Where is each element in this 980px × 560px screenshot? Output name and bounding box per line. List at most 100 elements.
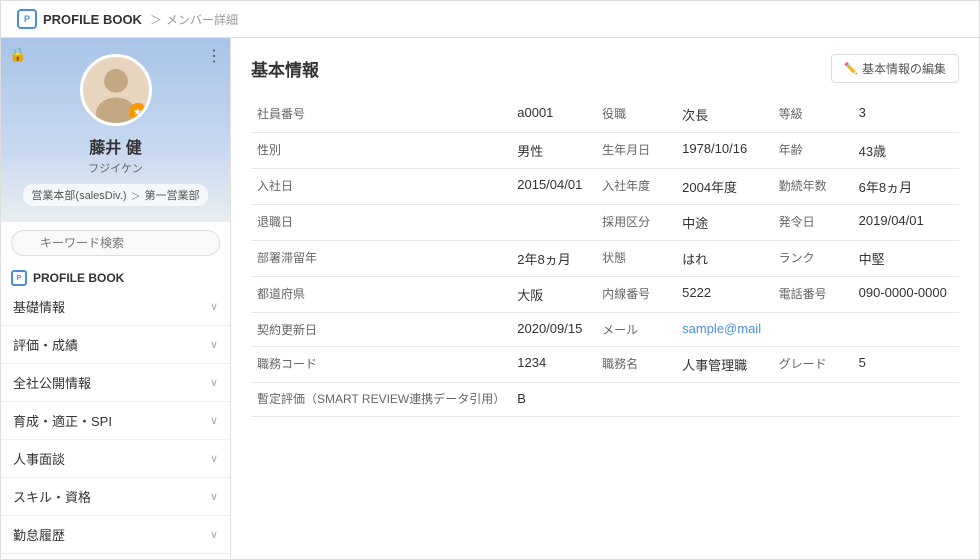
chevron-down-icon-1: ∨ [210, 338, 218, 351]
label-cell: 職務コード [251, 347, 511, 383]
main-content: 🔒 ⋮ ★ 藤井 健 フジイケン 営業本部(salesDiv.) ＞ 第 [1, 38, 979, 559]
label-cell: 年齢 [773, 133, 853, 169]
edit-basic-info-button[interactable]: ✏️ 基本情報の編集 [831, 54, 959, 83]
sidebar-item-ikusei[interactable]: 育成・適正・SPI ∨ [1, 402, 230, 440]
table-row: 社員番号 a0001 役職 次長 等級 3 [251, 97, 959, 133]
header-logo-label: PROFILE BOOK [43, 12, 142, 27]
chevron-down-icon-2: ∨ [210, 376, 218, 389]
edit-button-label: 基本情報の編集 [862, 60, 946, 77]
value-cell: 5222 [676, 277, 773, 313]
chevron-down-icon-0: ∨ [210, 300, 218, 313]
value-cell: 3 [853, 97, 959, 133]
table-row: 入社日 2015/04/01 入社年度 2004年度 勤続年数 6年8ヵ月 [251, 169, 959, 205]
sidebar-menu: 基礎情報 ∨ 評価・成績 ∨ 全社公開情報 ∨ 育成・適正・SPI ∨ 人事面談 [1, 288, 230, 559]
value-cell [676, 383, 773, 417]
table-row: 退職日 採用区分 中途 発令日 2019/04/01 [251, 205, 959, 241]
value-cell: 人事管理職 [676, 347, 773, 383]
value-cell: 1978/10/16 [676, 133, 773, 169]
label-cell: 採用区分 [596, 205, 676, 241]
value-cell: 2019/04/01 [853, 205, 959, 241]
sidebar-item-hyouka[interactable]: 評価・成績 ∨ [1, 326, 230, 364]
value-cell: sample@mail [676, 313, 773, 347]
search-box: 🔍 [1, 222, 230, 264]
label-cell: 勤続年数 [773, 169, 853, 205]
info-table: 社員番号 a0001 役職 次長 等級 3 性別 男性 生年月日 1978/10… [251, 97, 959, 417]
value-cell: a0001 [511, 97, 596, 133]
label-cell: 退職日 [251, 205, 511, 241]
label-cell [596, 383, 676, 417]
label-cell [773, 383, 853, 417]
label-cell: メール [596, 313, 676, 347]
label-cell: 社員番号 [251, 97, 511, 133]
dept1-label: 営業本部(salesDiv.) [31, 187, 126, 203]
profile-name: 藤井 健 [89, 134, 141, 158]
label-cell: 入社年度 [596, 169, 676, 205]
app-container: P PROFILE BOOK ＞ メンバー詳細 🔒 ⋮ [0, 0, 980, 560]
value-cell [853, 313, 959, 347]
dept-arrow: ＞ [131, 188, 141, 203]
avatar: ★ [80, 54, 152, 126]
header-logo: P PROFILE BOOK [17, 9, 142, 29]
main-panel: 基本情報 ✏️ 基本情報の編集 社員番号 a0001 役職 次長 等級 3 [231, 38, 979, 559]
sidebar-item-kyuyo[interactable]: 給与履歴 ∨ [1, 554, 230, 559]
edit-icon: ✏️ [844, 62, 858, 75]
dept2-label: 第一営業部 [145, 187, 200, 203]
sidebar-item-label-2: 全社公開情報 [13, 373, 91, 392]
section-header: 基本情報 ✏️ 基本情報の編集 [251, 54, 959, 83]
chevron-down-icon-3: ∨ [210, 414, 218, 427]
chevron-down-icon-4: ∨ [210, 452, 218, 465]
value-cell: B [511, 383, 596, 417]
value-cell: 2020/09/15 [511, 313, 596, 347]
profile-kana: フジイケン [88, 160, 143, 176]
sidebar-item-label-3: 育成・適正・SPI [13, 411, 112, 430]
value-cell: 男性 [511, 133, 596, 169]
label-cell: 電話番号 [773, 277, 853, 313]
sidebar-item-kisojohо[interactable]: 基礎情報 ∨ [1, 288, 230, 326]
sidebar: 🔒 ⋮ ★ 藤井 健 フジイケン 営業本部(salesDiv.) ＞ 第 [1, 38, 231, 559]
label-cell: 生年月日 [596, 133, 676, 169]
sidebar-item-label-5: スキル・資格 [13, 487, 91, 506]
label-cell: 部署滞留年 [251, 241, 511, 277]
value-cell: 2年8ヵ月 [511, 241, 596, 277]
label-cell: 等級 [773, 97, 853, 133]
value-cell: 43歳 [853, 133, 959, 169]
sidebar-item-kintai[interactable]: 勤怠履歴 ∨ [1, 516, 230, 554]
value-cell: 2004年度 [676, 169, 773, 205]
label-cell: 入社日 [251, 169, 511, 205]
table-row: 部署滞留年 2年8ヵ月 状態 はれ ランク 中堅 [251, 241, 959, 277]
label-cell: ランク [773, 241, 853, 277]
value-cell: 中途 [676, 205, 773, 241]
label-cell: 暫定評価（SMART REVIEW連携データ引用） [251, 383, 511, 417]
profile-card: 🔒 ⋮ ★ 藤井 健 フジイケン 営業本部(salesDiv.) ＞ 第 [1, 38, 230, 222]
sidebar-item-label-6: 勤怠履歴 [13, 525, 65, 544]
value-cell: 2015/04/01 [511, 169, 596, 205]
email-link[interactable]: sample@mail [682, 321, 761, 336]
more-icon[interactable]: ⋮ [206, 46, 222, 66]
value-cell: はれ [676, 241, 773, 277]
section-title: 基本情報 [251, 56, 319, 81]
label-cell: 職務名 [596, 347, 676, 383]
chevron-down-icon-5: ∨ [210, 490, 218, 503]
label-cell: 発令日 [773, 205, 853, 241]
table-row: 都道府県 大阪 内線番号 5222 電話番号 090-0000-0000 [251, 277, 959, 313]
value-cell: 中堅 [853, 241, 959, 277]
sidebar-item-zensya[interactable]: 全社公開情報 ∨ [1, 364, 230, 402]
sidebar-logo-icon: P [11, 270, 27, 286]
label-cell: 都道府県 [251, 277, 511, 313]
lock-icon: 🔒 [9, 46, 26, 63]
profile-book-logo-icon: P [17, 9, 37, 29]
value-cell: 5 [853, 347, 959, 383]
table-row: 職務コード 1234 職務名 人事管理職 グレード 5 [251, 347, 959, 383]
chevron-down-icon-6: ∨ [210, 528, 218, 541]
value-cell [853, 383, 959, 417]
sidebar-item-label-0: 基礎情報 [13, 297, 65, 316]
value-cell: 090-0000-0000 [853, 277, 959, 313]
value-cell: 1234 [511, 347, 596, 383]
label-cell: 性別 [251, 133, 511, 169]
value-cell [511, 205, 596, 241]
sidebar-item-skill[interactable]: スキル・資格 ∨ [1, 478, 230, 516]
sidebar-item-label-1: 評価・成績 [13, 335, 78, 354]
sidebar-item-jinjimen[interactable]: 人事面談 ∨ [1, 440, 230, 478]
search-input[interactable] [11, 230, 220, 256]
table-row: 性別 男性 生年月日 1978/10/16 年齢 43歳 [251, 133, 959, 169]
